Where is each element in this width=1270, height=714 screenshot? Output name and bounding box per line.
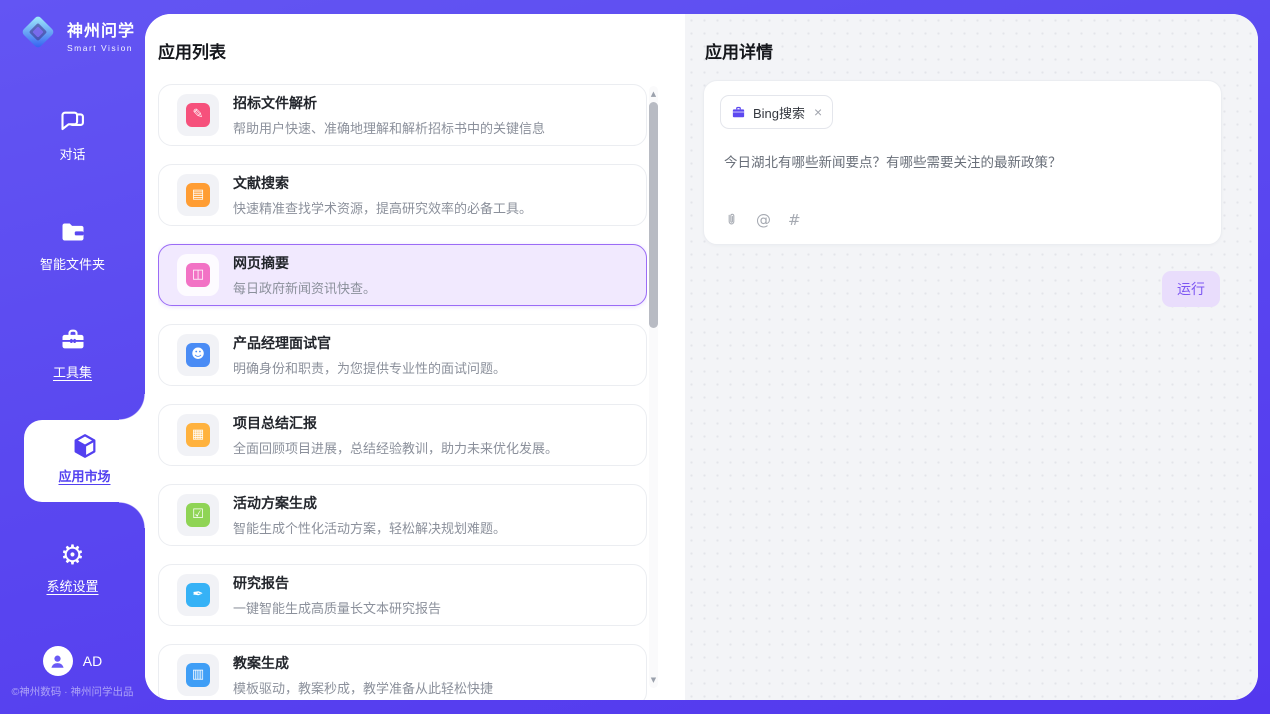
app-desc: 模板驱动，教案秒成，教学准备从此轻松快捷 [233,678,493,697]
sidebar-item-toolset[interactable]: 工具集 [0,326,145,382]
brand-subtitle: Smart Vision [67,43,135,53]
sidebar-item-chat[interactable]: 对话 [0,108,145,164]
app-card-literature-search[interactable]: ▤ 文献搜索 快速精准查找学术资源，提高研究效率的必备工具。 [158,164,647,226]
app-card-research-report[interactable]: ✒ 研究报告 一键智能生成高质量长文本研究报告 [158,564,647,626]
app-card-bid-analysis[interactable]: ✎ 招标文件解析 帮助用户快速、准确地理解和解析招标书中的关键信息 [158,84,647,146]
app-detail-title: 应用详情 [705,38,773,63]
chat-icon [0,108,145,138]
app-title: 文献搜索 [233,173,532,193]
app-title: 网页摘要 [233,253,376,273]
app-detail-panel: 应用详情 Bing搜索 × 今日湖北有哪些新闻要点？有哪些需要关注的最新政策？ [685,14,1258,700]
scrollbar-thumb[interactable] [649,102,658,328]
scroll-down-icon[interactable]: ▼ [649,676,658,684]
browser-icon: ◫ [177,254,219,296]
app-card-pm-interviewer[interactable]: ☻ 产品经理面试官 明确身份和职责，为您提供专业性的面试问题。 [158,324,647,386]
paperclip-icon[interactable] [724,211,739,228]
prompt-card[interactable]: Bing搜索 × 今日湖北有哪些新闻要点？有哪些需要关注的最新政策？ @ # [703,80,1222,245]
toolbox-icon [0,326,145,356]
sidebar-item-label: 工具集 [53,365,92,380]
app-card-project-summary[interactable]: ▦ 项目总结汇报 全面回顾项目进展，总结经验教训，助力未来优化发展。 [158,404,647,466]
app-card-activity-plan[interactable]: ☑ 活动方案生成 智能生成个性化活动方案，轻松解决规划难题。 [158,484,647,546]
app-desc: 帮助用户快速、准确地理解和解析招标书中的关键信息 [233,118,545,137]
sidebar-item-label: 对话 [59,147,85,162]
sidebar-item-label: 系统设置 [46,579,98,594]
copyright-footer: ©神州数码 · 神州问学出品 [0,684,145,699]
brand-diamond-icon [18,12,58,57]
cube-icon [24,432,145,462]
app-title: 教案生成 [233,653,493,673]
app-title: 研究报告 [233,573,441,593]
app-desc: 全面回顾项目进展，总结经验教训，助力未来优化发展。 [233,438,558,457]
avatar [43,646,73,676]
app-card-web-summary-selected[interactable]: ◫ 网页摘要 每日政府新闻资讯快查。 [158,244,647,306]
brand-name: 神州问学 [67,17,135,41]
run-button[interactable]: 运行 [1162,271,1220,307]
app-list-panel: 应用列表 ✎ 招标文件解析 帮助用户快速、准确地理解和解析招标书中的关键信息 ▤… [145,14,685,700]
prompt-toolbar: @ # [724,211,801,228]
user-account[interactable]: AD [0,646,145,676]
app-list-title: 应用列表 [158,38,226,63]
hash-topic-icon[interactable]: # [788,212,801,228]
app-title: 招标文件解析 [233,93,545,113]
sidebar-item-smart-folder[interactable]: 智能文件夹 [0,218,145,274]
briefcase-icon [731,105,746,120]
interviewer-icon: ☻ [177,334,219,376]
tool-tag-label: Bing搜索 [753,103,805,122]
sidebar-item-label: 应用市场 [58,469,110,484]
sidebar-item-label: 智能文件夹 [40,257,105,272]
tool-tag-bing-search[interactable]: Bing搜索 × [720,95,833,129]
app-desc: 快速精准查找学术资源，提高研究效率的必备工具。 [233,198,532,217]
app-title: 产品经理面试官 [233,333,506,353]
user-initials: AD [83,653,102,669]
app-card-lesson-plan[interactable]: ▥ 教案生成 模板驱动，教案秒成，教学准备从此轻松快捷 [158,644,647,700]
brand-logo: 神州问学 Smart Vision [18,12,135,57]
app-title: 项目总结汇报 [233,413,558,433]
sidebar: 神州问学 Smart Vision 对话 智能文件夹 [0,0,145,714]
edit-document-icon: ✎ [177,94,219,136]
app-list: ✎ 招标文件解析 帮助用户快速、准确地理解和解析招标书中的关键信息 ▤ 文献搜索… [158,84,647,700]
app-title: 活动方案生成 [233,493,506,513]
books-icon: ▥ [177,654,219,696]
app-desc: 一键智能生成高质量长文本研究报告 [233,598,441,617]
sidebar-item-settings[interactable]: ⚙ 系统设置 [0,540,145,596]
gear-icon: ⚙ [0,540,145,570]
scroll-up-icon[interactable]: ▲ [649,90,658,98]
close-icon[interactable]: × [814,105,822,119]
calendar-notes-icon: ▦ [177,414,219,456]
folder-icon [0,218,145,248]
app-desc: 明确身份和职责，为您提供专业性的面试问题。 [233,358,506,377]
main-content: 应用列表 ✎ 招标文件解析 帮助用户快速、准确地理解和解析招标书中的关键信息 ▤… [145,14,1258,700]
clipboard-check-icon: ☑ [177,494,219,536]
app-desc: 智能生成个性化活动方案，轻松解决规划难题。 [233,518,506,537]
sidebar-item-app-market[interactable]: 应用市场 [24,420,145,502]
app-desc: 每日政府新闻资讯快查。 [233,278,376,297]
book-icon: ▤ [177,174,219,216]
app-list-scrollbar[interactable]: ▲ ▼ [649,86,658,688]
at-mention-icon[interactable]: @ [756,212,771,228]
prompt-text: 今日湖北有哪些新闻要点？有哪些需要关注的最新政策？ [724,151,1201,171]
ink-pen-icon: ✒ [177,574,219,616]
